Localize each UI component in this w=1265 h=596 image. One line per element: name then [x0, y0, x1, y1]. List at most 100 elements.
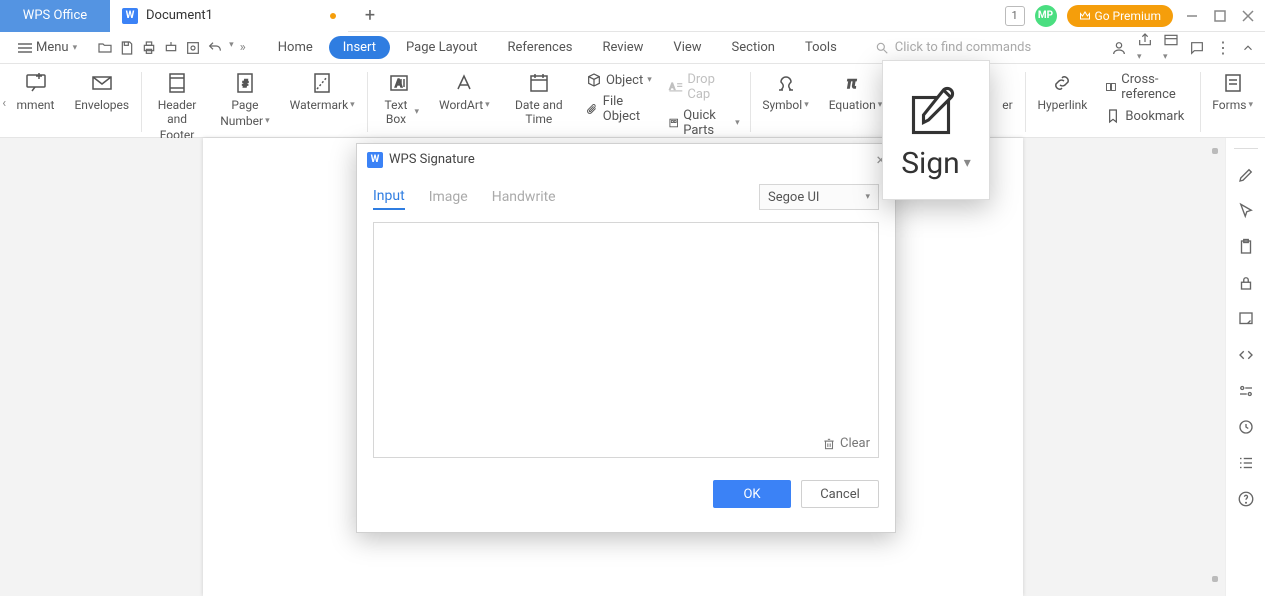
user-icon[interactable]: [1111, 40, 1127, 56]
close-button[interactable]: [1239, 7, 1257, 25]
layout-icon[interactable]: ▾: [1163, 32, 1179, 63]
cross-reference-label: Cross-reference: [1121, 72, 1189, 102]
maximize-button[interactable]: [1211, 7, 1229, 25]
collapse-ribbon-icon[interactable]: [1241, 41, 1255, 55]
menu-label: Menu: [36, 40, 69, 55]
print-direct-icon[interactable]: [163, 40, 179, 56]
forms-button[interactable]: Forms▾: [1202, 68, 1263, 112]
tab-references[interactable]: References: [494, 36, 587, 59]
overflow-icon[interactable]: »: [240, 40, 246, 56]
structure-icon[interactable]: [1236, 453, 1256, 473]
share-icon[interactable]: ▾: [1137, 32, 1153, 63]
page-number-button[interactable]: # Page Number▾: [210, 68, 279, 128]
equation-label: Equation: [829, 98, 876, 112]
title-right: 1 MP Go Premium: [1005, 5, 1265, 27]
drop-cap-label: Drop Cap: [687, 72, 739, 102]
more-icon[interactable]: ⋮: [1215, 38, 1231, 57]
equation-icon: π: [843, 70, 867, 96]
tab-section[interactable]: Section: [718, 36, 789, 59]
font-select[interactable]: Segoe UI ▾: [759, 184, 879, 210]
drop-cap-icon: A: [668, 79, 684, 95]
file-object-button[interactable]: File Object: [586, 94, 652, 124]
save-icon[interactable]: [119, 40, 135, 56]
edit-icon[interactable]: [1236, 165, 1256, 185]
quick-parts-label: Quick Parts: [683, 108, 731, 138]
comment-button[interactable]: mment: [7, 68, 65, 112]
avatar[interactable]: MP: [1035, 5, 1057, 27]
envelopes-icon: [90, 70, 114, 96]
svg-text:A: A: [395, 77, 403, 90]
command-search[interactable]: Click to find commands: [875, 40, 1107, 55]
tab-image[interactable]: Image: [429, 185, 468, 209]
watermark-label: Watermark: [290, 98, 349, 112]
tab-page-layout[interactable]: Page Layout: [392, 36, 492, 59]
undo-icon[interactable]: [207, 40, 223, 56]
go-premium-button[interactable]: Go Premium: [1067, 5, 1173, 27]
chat-icon[interactable]: [1189, 40, 1205, 56]
wordart-button[interactable]: WordArt▾: [429, 68, 500, 112]
code-icon[interactable]: [1236, 345, 1256, 365]
tab-view[interactable]: View: [659, 36, 715, 59]
text-box-button[interactable]: A Text Box▾: [369, 68, 429, 126]
unsaved-dot-icon: [330, 13, 336, 19]
symbol-button[interactable]: Symbol▾: [752, 68, 818, 112]
dialog-titlebar[interactable]: W WPS Signature ×: [357, 144, 895, 176]
new-tab-button[interactable]: +: [348, 0, 392, 32]
menu-button[interactable]: Menu ▾: [10, 37, 85, 58]
date-time-button[interactable]: Date and Time: [500, 68, 578, 126]
lock-icon[interactable]: [1236, 273, 1256, 293]
sign-tooltip[interactable]: Sign▾: [882, 60, 990, 200]
cursor-icon[interactable]: [1236, 201, 1256, 221]
envelopes-label: Envelopes: [74, 98, 129, 112]
crown-icon: [1079, 10, 1091, 22]
bookmark-button[interactable]: Bookmark: [1105, 108, 1189, 124]
print-preview-icon[interactable]: [185, 40, 201, 56]
bookmark-icon: [1105, 108, 1121, 124]
history-icon[interactable]: [1236, 417, 1256, 437]
svg-text:#: #: [242, 79, 249, 90]
undo-dropdown-icon[interactable]: ▾: [229, 40, 234, 56]
ok-button[interactable]: OK: [713, 480, 791, 508]
envelopes-button[interactable]: Envelopes: [64, 68, 139, 112]
hyperlink-label: Hyperlink: [1037, 98, 1087, 112]
bookmark-label: Bookmark: [1125, 109, 1184, 124]
cancel-button[interactable]: Cancel: [801, 480, 879, 508]
forms-icon: [1221, 70, 1245, 96]
vertical-scrollbar[interactable]: [1207, 140, 1223, 590]
sign-tooltip-label: Sign▾: [901, 146, 971, 181]
svg-text:π: π: [847, 73, 857, 92]
print-icon[interactable]: [141, 40, 157, 56]
symbol-icon: [774, 70, 798, 96]
header-footer-button[interactable]: Header and Footer: [144, 68, 210, 142]
quick-parts-button[interactable]: Quick Parts▾: [668, 108, 740, 138]
object-button[interactable]: Object▾: [586, 72, 652, 88]
notification-badge[interactable]: 1: [1005, 6, 1025, 26]
tab-tools[interactable]: Tools: [791, 36, 851, 59]
tab-input[interactable]: Input: [373, 184, 405, 210]
clipboard-icon[interactable]: [1236, 237, 1256, 257]
app-tab[interactable]: WPS Office: [0, 0, 110, 32]
titlebar: WPS Office W Document1 + 1 MP Go Premium: [0, 0, 1265, 32]
scroll-up-icon[interactable]: [1212, 148, 1218, 154]
cross-reference-button[interactable]: Cross-reference: [1105, 72, 1189, 102]
cross-reference-icon: [1105, 79, 1117, 95]
signature-canvas[interactable]: Clear: [373, 222, 879, 458]
trash-icon: [822, 437, 836, 451]
document-tab[interactable]: W Document1: [110, 0, 348, 32]
tab-home[interactable]: Home: [264, 36, 327, 59]
symbol-label: Symbol: [762, 98, 802, 112]
open-icon[interactable]: [97, 40, 113, 56]
watermark-button[interactable]: Watermark▾: [280, 68, 365, 112]
tab-handwrite[interactable]: Handwrite: [492, 185, 556, 209]
file-object-icon: [586, 101, 599, 117]
clear-button[interactable]: Clear: [822, 436, 870, 451]
scroll-down-icon[interactable]: [1212, 576, 1218, 582]
tab-review[interactable]: Review: [588, 36, 657, 59]
partial-label: er: [1002, 98, 1012, 112]
hyperlink-button[interactable]: Hyperlink: [1027, 68, 1097, 112]
note-icon[interactable]: [1236, 309, 1256, 329]
tab-insert[interactable]: Insert: [329, 36, 390, 59]
minimize-button[interactable]: [1183, 7, 1201, 25]
settings-icon[interactable]: [1236, 381, 1256, 401]
help-icon[interactable]: [1236, 489, 1256, 509]
